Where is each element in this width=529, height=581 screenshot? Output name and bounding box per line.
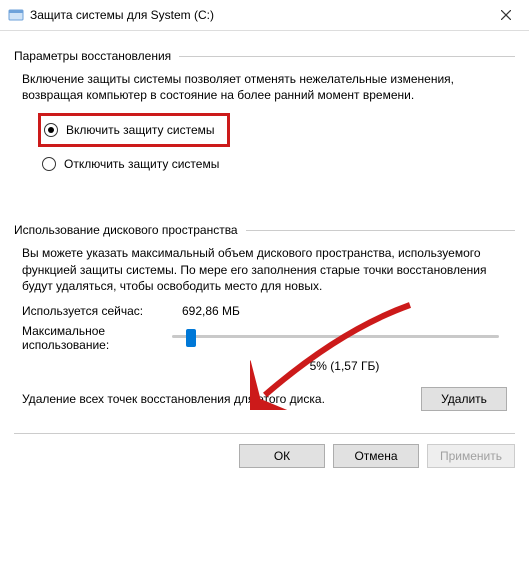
disk-usage-description: Вы можете указать максимальный объем дис… [22, 245, 507, 294]
radio-enable-label: Включить защиту системы [66, 123, 215, 137]
restore-settings-header: Параметры восстановления [14, 49, 515, 63]
max-usage-label: Максимальное использование: [22, 324, 152, 353]
slider-value-text: 5% (1,57 ГБ) [174, 359, 515, 373]
system-protection-icon [8, 7, 24, 23]
delete-description: Удаление всех точек восстановления для э… [22, 391, 407, 407]
restore-description: Включение защиты системы позволяет отмен… [22, 71, 507, 103]
disk-usage-label: Использование дискового пространства [14, 223, 246, 237]
radio-enable-protection[interactable]: Включить защиту системы [44, 119, 215, 141]
radio-disable-protection[interactable]: Отключить защиту системы [42, 153, 515, 175]
radio-icon [44, 123, 58, 137]
dialog-content: Параметры восстановления Включение защит… [0, 31, 529, 411]
max-usage-row: Максимальное использование: [22, 324, 507, 353]
window-title: Защита системы для System (C:) [30, 8, 214, 22]
cancel-button[interactable]: Отмена [333, 444, 419, 468]
separator [179, 56, 515, 57]
slider-thumb[interactable] [186, 329, 196, 347]
slider-track [172, 335, 499, 338]
close-button[interactable] [483, 0, 529, 30]
dialog-button-row: ОК Отмена Применить [0, 434, 529, 482]
titlebar: Защита системы для System (C:) [0, 0, 529, 31]
close-icon [501, 10, 511, 20]
radio-icon [42, 157, 56, 171]
current-usage-value: 692,86 МБ [182, 304, 240, 318]
disk-usage-header: Использование дискового пространства [14, 223, 515, 237]
delete-button[interactable]: Удалить [421, 387, 507, 411]
highlighted-option: Включить защиту системы [38, 113, 230, 147]
separator [246, 230, 515, 231]
radio-disable-label: Отключить защиту системы [64, 157, 219, 171]
apply-button: Применить [427, 444, 515, 468]
max-usage-slider[interactable] [172, 326, 499, 350]
current-usage-row: Используется сейчас: 692,86 МБ [22, 304, 507, 318]
restore-settings-label: Параметры восстановления [14, 49, 179, 63]
delete-row: Удаление всех точек восстановления для э… [22, 387, 507, 411]
ok-button[interactable]: ОК [239, 444, 325, 468]
current-usage-label: Используется сейчас: [22, 304, 172, 318]
